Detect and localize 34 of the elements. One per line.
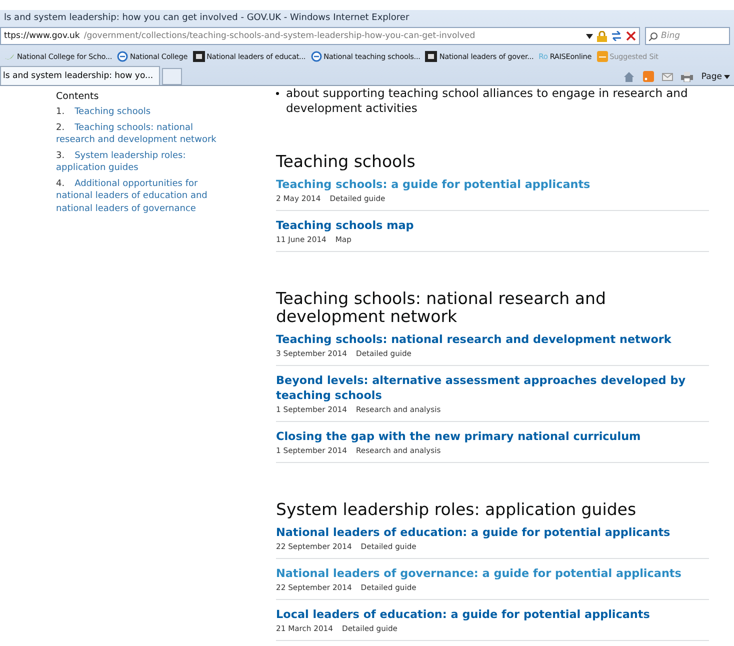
- padlock-icon: [597, 30, 607, 42]
- browser-tab[interactable]: ls and system leadership: how yo...: [0, 66, 160, 85]
- address-field[interactable]: ttps://www.gov.uk /government/collections/teaching-schools-and-system-leadership-how-you-can-get-involved: [0, 27, 640, 45]
- search-icon: [649, 32, 658, 40]
- refresh-icon[interactable]: [611, 31, 622, 41]
- document-link[interactable]: National leaders of education: a guide for potential applicants: [276, 525, 709, 540]
- section-heading: Teaching schools: [276, 153, 416, 171]
- document-link[interactable]: Local leaders of education: a guide for potential applicants: [276, 607, 709, 622]
- search-field[interactable]: Bing: [645, 27, 730, 45]
- close-icon[interactable]: [626, 31, 636, 41]
- dropdown-caret-icon[interactable]: [586, 34, 593, 38]
- document-link[interactable]: Teaching schools map: [276, 218, 709, 233]
- feed-icon[interactable]: [643, 71, 654, 82]
- printer-icon[interactable]: [681, 72, 694, 82]
- document-link[interactable]: National leaders of governance: a guide for potential applicants: [276, 566, 709, 581]
- contents-link[interactable]: 1. Teaching schools: [56, 106, 221, 118]
- caret-icon: [724, 74, 730, 78]
- suggested-sites-icon: [596, 50, 608, 62]
- mail-icon[interactable]: [662, 72, 674, 80]
- contents-link[interactable]: 2. Teaching schools: national research and development network: [56, 122, 221, 146]
- bullet-text: about supporting teaching school alliances to engage in research and development activities: [286, 86, 689, 116]
- document-link[interactable]: Teaching schools: a guide for potential applicants: [276, 177, 709, 192]
- document-link[interactable]: Closing the gap with the new primary national curriculum: [276, 429, 709, 444]
- bullet-icon: [276, 92, 279, 95]
- section-heading: System leadership roles: application guides: [276, 501, 638, 519]
- contents-link[interactable]: 4. Additional opportunities for national leaders of education and national leaders of governance: [56, 178, 221, 215]
- contents-link[interactable]: 3. System leadership roles: application guides: [56, 150, 221, 174]
- section-heading: Teaching schools: national research and development network: [276, 290, 607, 326]
- document-link[interactable]: Teaching schools: national research and development network: [276, 332, 709, 347]
- window-title: ls and system leadership: how you can get involved - GOV.UK - Windows Internet Explorer: [3, 12, 410, 25]
- contents-heading: Contents: [56, 91, 100, 102]
- home-icon[interactable]: [623, 71, 636, 82]
- page-menu[interactable]: Page: [701, 72, 730, 82]
- document-link[interactable]: Beyond levels: alternative assessment approaches developed by teaching schools: [276, 373, 709, 403]
